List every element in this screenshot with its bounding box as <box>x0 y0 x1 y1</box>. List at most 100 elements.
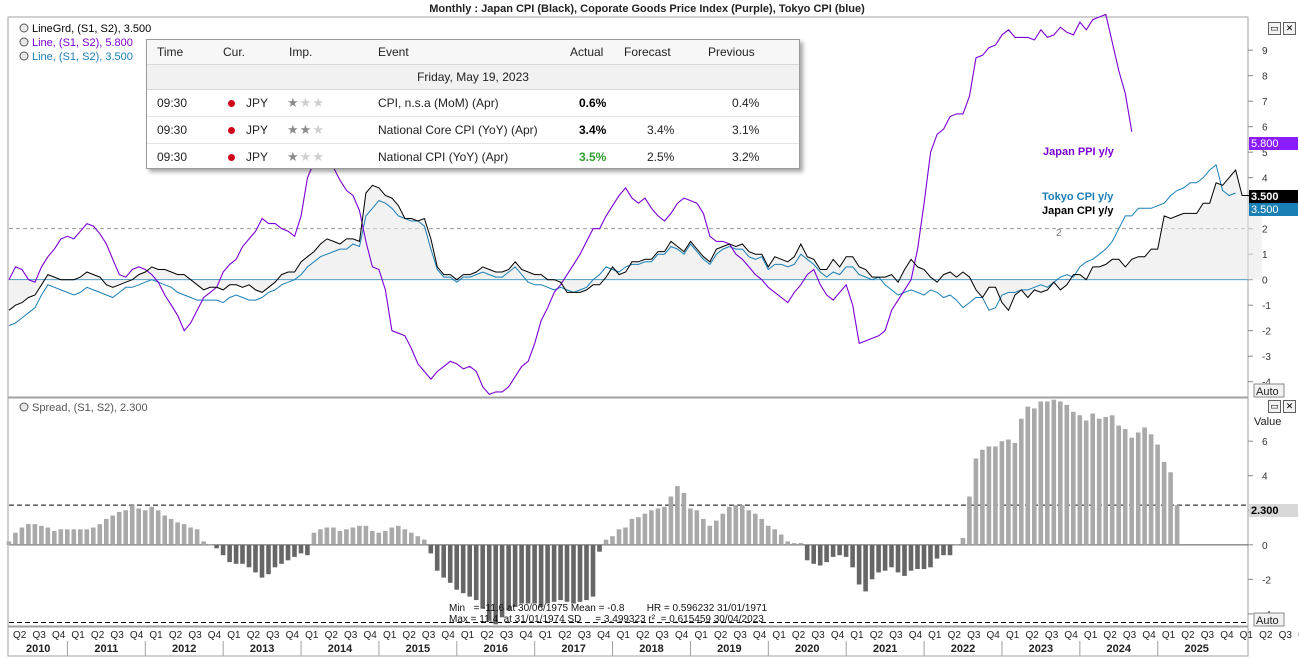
col-actual[interactable]: Actual <box>570 45 603 59</box>
spread-bar <box>298 544 304 554</box>
spread-bar <box>843 544 849 557</box>
legend-icon-ppi[interactable] <box>19 37 29 47</box>
spread-bar <box>1109 415 1115 545</box>
spread-bar <box>610 536 615 545</box>
calendar-row[interactable]: 09:30 JPY ★★★ CPI, n.s.a (MoM) (Apr) 0.6% 0.4… <box>147 90 799 117</box>
spread-bar <box>954 544 959 546</box>
lower-y-tick-label: 4 <box>1262 472 1268 483</box>
row-event[interactable]: National CPI (YoY) (Apr) <box>378 150 508 164</box>
spread-bar <box>396 525 401 545</box>
spread-bar <box>856 544 862 585</box>
spread-bar <box>363 525 369 545</box>
spread-bar <box>1051 399 1057 545</box>
x-quarter-label: Q1 <box>71 630 85 641</box>
x-quarter-label: Q3 <box>1201 630 1215 641</box>
legend-spread[interactable]: Spread, (S1, S2), 2.300 <box>32 402 148 414</box>
spread-bar <box>999 441 1005 545</box>
restore-icon-lower[interactable]: ▭ <box>1268 400 1281 413</box>
importance-stars-icon: ★★★ <box>287 95 325 110</box>
spread-bar <box>162 515 167 545</box>
col-previous[interactable]: Previous <box>708 45 755 59</box>
col-currency[interactable]: Cur. <box>223 45 245 59</box>
legend-icon-spread[interactable] <box>19 402 29 412</box>
x-quarter-label: Q4 <box>831 630 845 641</box>
spread-bar <box>1071 411 1076 545</box>
spread-bar <box>1096 418 1102 545</box>
x-quarter-label: Q3 <box>266 630 280 641</box>
spread-bar <box>58 529 64 545</box>
row-previous: 0.4% <box>732 96 760 110</box>
calendar-row[interactable]: 09:30 JPY ★★★ National CPI (YoY) (Apr) 3.5% 2… <box>147 144 799 170</box>
x-year-label: 2025 <box>1184 643 1208 655</box>
spread-bar <box>467 544 472 597</box>
spread-bar <box>415 536 421 545</box>
upper-y-tick-label: -2 <box>1262 327 1271 338</box>
col-time[interactable]: Time <box>157 45 183 59</box>
row-actual: 0.6% <box>579 96 607 110</box>
restore-icon-upper[interactable]: ▭ <box>1268 22 1281 35</box>
spread-bar <box>928 544 933 568</box>
close-icon-upper[interactable]: ✕ <box>1283 22 1296 35</box>
spread-bar <box>104 518 109 545</box>
x-quarter-label: Q1 <box>1084 630 1098 641</box>
x-quarter-label: Q3 <box>1045 630 1059 641</box>
x-quarter-label: Q3 <box>188 630 202 641</box>
col-forecast[interactable]: Forecast <box>624 45 671 59</box>
spread-bar <box>91 527 96 545</box>
spread-bar <box>824 544 829 563</box>
x-quarter-label: Q2 <box>948 630 962 641</box>
spread-bar <box>1025 406 1031 545</box>
row-actual: 3.4% <box>579 123 607 137</box>
x-quarter-label: Q3 <box>967 630 981 641</box>
spread-bar <box>1090 413 1095 545</box>
spread-bar <box>1103 417 1108 545</box>
spread-bar <box>376 532 382 545</box>
spread-bar <box>837 544 842 556</box>
spread-bar <box>525 544 531 604</box>
legend-icon-tokyo[interactable] <box>19 51 29 61</box>
spread-bar <box>694 510 700 545</box>
spread-bar <box>441 544 446 578</box>
x-quarter-label: Q2 <box>325 630 339 641</box>
spread-bar <box>1064 404 1070 545</box>
x-quarter-label: Q4 <box>597 630 611 641</box>
upper-y-tick-label: 4 <box>1262 174 1268 185</box>
spread-bar <box>1161 461 1167 545</box>
label-japan: Japan CPI y/y <box>1042 205 1114 217</box>
row-event[interactable]: National Core CPI (YoY) (Apr) <box>378 123 538 137</box>
spread-bar <box>642 513 648 545</box>
legend-tokyo[interactable]: Line, (S1, S2), 3.500 <box>32 51 133 63</box>
x-year-label: 2011 <box>94 643 118 655</box>
x-quarter-label: Q3 <box>1279 630 1293 641</box>
upper-y-tick-label: 1 <box>1262 250 1268 261</box>
spread-bar <box>701 518 706 545</box>
spread-bar <box>311 532 317 545</box>
col-event[interactable]: Event <box>378 45 409 59</box>
spread-bar <box>116 512 122 545</box>
row-time: 09:30 <box>157 96 188 110</box>
hline-label: 2 <box>1056 228 1062 239</box>
legend-icon-linegrd[interactable] <box>19 23 29 33</box>
legend-ppi[interactable]: Line, (S1, S2), 5.800 <box>32 37 133 49</box>
close-icon-lower[interactable]: ✕ <box>1283 400 1296 413</box>
x-quarter-label: Q2 <box>792 630 806 641</box>
row-previous: 3.1% <box>732 123 760 137</box>
spread-bar <box>714 520 719 545</box>
calendar-row[interactable]: 09:30 JPY ★★★ National Core CPI (YoY) (Apr)… <box>147 117 799 144</box>
spread-bar <box>804 544 810 561</box>
spread-bar <box>279 544 284 564</box>
row-event[interactable]: CPI, n.s.a (MoM) (Apr) <box>378 96 499 110</box>
spread-bar <box>370 531 375 545</box>
x-quarter-label: Q1 <box>1162 630 1176 641</box>
spread-bar <box>1129 437 1134 545</box>
spread-bar <box>318 529 323 545</box>
spread-bar <box>460 544 466 594</box>
auto-label-lower: Auto <box>1256 615 1279 627</box>
legend-linegrd[interactable]: LineGrd, (S1, S2), 3.500 <box>32 23 151 35</box>
spread-bar <box>934 544 940 559</box>
spread-bar <box>428 544 434 554</box>
spread-bar <box>753 513 758 545</box>
col-importance[interactable]: Imp. <box>289 45 312 59</box>
x-quarter-label: Q2 <box>870 630 884 641</box>
upper-legend[interactable]: LineGrd, (S1, S2), 3.500 Line, (S1, S2),… <box>19 23 151 63</box>
